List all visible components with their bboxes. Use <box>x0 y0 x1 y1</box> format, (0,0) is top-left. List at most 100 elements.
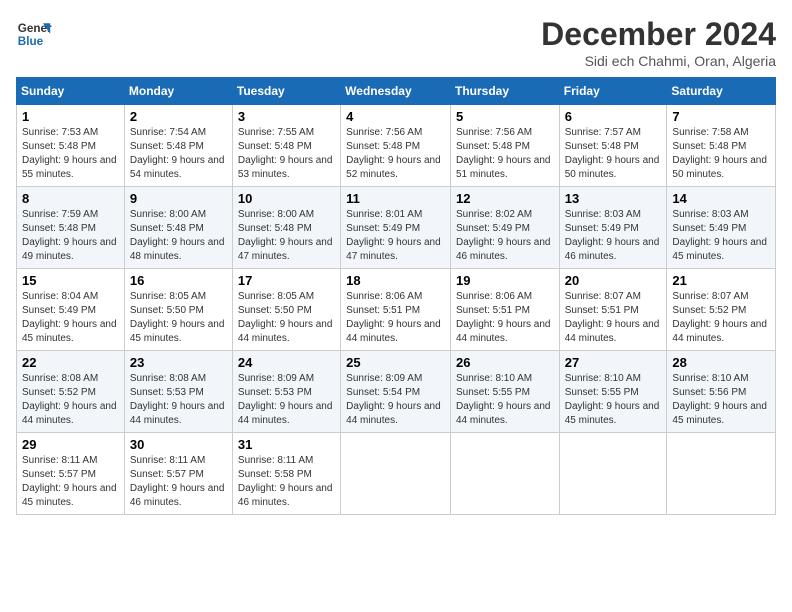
day-number: 31 <box>238 437 335 452</box>
calendar-cell: 8 Sunrise: 7:59 AMSunset: 5:48 PMDaylight… <box>17 187 125 269</box>
day-detail: Sunrise: 8:08 AMSunset: 5:53 PMDaylight:… <box>130 372 227 428</box>
month-title: December 2024 <box>541 16 776 53</box>
title-area: December 2024 Sidi ech Chahmi, Oran, Alg… <box>541 16 776 69</box>
day-number: 4 <box>346 109 445 124</box>
day-number: 23 <box>130 355 227 370</box>
day-detail: Sunrise: 8:08 AMSunset: 5:52 PMDaylight:… <box>22 372 119 428</box>
calendar-cell: 12Sunrise: 8:02 AMSunset: 5:49 PMDayligh… <box>450 187 559 269</box>
day-detail: Sunrise: 8:09 AMSunset: 5:53 PMDaylight:… <box>238 372 335 428</box>
day-detail: Sunrise: 8:06 AMSunset: 5:51 PMDaylight:… <box>346 290 445 346</box>
calendar-cell: 24 Sunrise: 8:09 AMSunset: 5:53 PMDayligh… <box>232 351 340 433</box>
calendar-cell: 17 Sunrise: 8:05 AMSunset: 5:50 PMDayligh… <box>232 269 340 351</box>
svg-text:Blue: Blue <box>18 35 44 48</box>
day-number: 26 <box>456 355 554 370</box>
calendar-cell: 9 Sunrise: 8:00 AMSunset: 5:48 PMDaylight… <box>124 187 232 269</box>
day-detail: Sunrise: 8:05 AMSunset: 5:50 PMDaylight:… <box>238 290 335 346</box>
day-number: 14 <box>672 191 770 206</box>
calendar-cell <box>559 433 667 515</box>
day-detail: Sunrise: 7:59 AMSunset: 5:48 PMDaylight:… <box>22 208 119 264</box>
column-header-saturday: Saturday <box>667 78 776 105</box>
day-number: 18 <box>346 273 445 288</box>
day-number: 2 <box>130 109 227 124</box>
header-row: SundayMondayTuesdayWednesdayThursdayFrid… <box>17 78 776 105</box>
calendar-cell: 5Sunrise: 7:56 AMSunset: 5:48 PMDaylight… <box>450 105 559 187</box>
calendar-cell: 1Sunrise: 7:53 AMSunset: 5:48 PMDaylight… <box>17 105 125 187</box>
calendar-cell: 7 Sunrise: 7:58 AMSunset: 5:48 PMDaylight… <box>667 105 776 187</box>
day-detail: Sunrise: 8:11 AMSunset: 5:58 PMDaylight:… <box>238 454 335 510</box>
location-subtitle: Sidi ech Chahmi, Oran, Algeria <box>541 53 776 69</box>
calendar-cell: 20 Sunrise: 8:07 AMSunset: 5:51 PMDayligh… <box>559 269 667 351</box>
day-number: 15 <box>22 273 119 288</box>
logo-icon: General Blue <box>16 16 52 52</box>
day-number: 10 <box>238 191 335 206</box>
day-number: 30 <box>130 437 227 452</box>
day-detail: Sunrise: 8:11 AMSunset: 5:57 PMDaylight:… <box>130 454 227 510</box>
calendar-cell: 30 Sunrise: 8:11 AMSunset: 5:57 PMDayligh… <box>124 433 232 515</box>
day-detail: Sunrise: 8:03 AMSunset: 5:49 PMDaylight:… <box>565 208 662 264</box>
column-header-friday: Friday <box>559 78 667 105</box>
logo: General Blue <box>16 16 52 52</box>
day-detail: Sunrise: 7:56 AMSunset: 5:48 PMDaylight:… <box>346 126 445 182</box>
week-row-4: 22 Sunrise: 8:08 AMSunset: 5:52 PMDayligh… <box>17 351 776 433</box>
page-header: General Blue December 2024 Sidi ech Chah… <box>16 16 776 69</box>
calendar-cell: 2Sunrise: 7:54 AMSunset: 5:48 PMDaylight… <box>124 105 232 187</box>
day-detail: Sunrise: 8:05 AMSunset: 5:50 PMDaylight:… <box>130 290 227 346</box>
calendar-cell: 31 Sunrise: 8:11 AMSunset: 5:58 PMDayligh… <box>232 433 340 515</box>
day-detail: Sunrise: 8:07 AMSunset: 5:51 PMDaylight:… <box>565 290 662 346</box>
column-header-sunday: Sunday <box>17 78 125 105</box>
day-number: 8 <box>22 191 119 206</box>
calendar-cell <box>667 433 776 515</box>
calendar-cell: 21 Sunrise: 8:07 AMSunset: 5:52 PMDayligh… <box>667 269 776 351</box>
calendar-cell: 10 Sunrise: 8:00 AMSunset: 5:48 PMDayligh… <box>232 187 340 269</box>
day-number: 3 <box>238 109 335 124</box>
column-header-thursday: Thursday <box>450 78 559 105</box>
calendar-cell: 22 Sunrise: 8:08 AMSunset: 5:52 PMDayligh… <box>17 351 125 433</box>
day-number: 12 <box>456 191 554 206</box>
day-detail: Sunrise: 8:06 AMSunset: 5:51 PMDaylight:… <box>456 290 554 346</box>
day-number: 7 <box>672 109 770 124</box>
column-header-monday: Monday <box>124 78 232 105</box>
day-number: 6 <box>565 109 662 124</box>
calendar-cell: 14 Sunrise: 8:03 AMSunset: 5:49 PMDayligh… <box>667 187 776 269</box>
day-number: 22 <box>22 355 119 370</box>
column-header-wednesday: Wednesday <box>341 78 451 105</box>
day-number: 21 <box>672 273 770 288</box>
calendar-cell: 19 Sunrise: 8:06 AMSunset: 5:51 PMDayligh… <box>450 269 559 351</box>
calendar-cell: 28Sunrise: 8:10 AMSunset: 5:56 PMDayligh… <box>667 351 776 433</box>
calendar-cell: 26 Sunrise: 8:10 AMSunset: 5:55 PMDayligh… <box>450 351 559 433</box>
calendar-cell: 27 Sunrise: 8:10 AMSunset: 5:55 PMDayligh… <box>559 351 667 433</box>
day-number: 11 <box>346 191 445 206</box>
day-detail: Sunrise: 7:53 AMSunset: 5:48 PMDaylight:… <box>22 126 119 182</box>
day-detail: Sunrise: 7:58 AMSunset: 5:48 PMDaylight:… <box>672 126 770 182</box>
day-detail: Sunrise: 8:00 AMSunset: 5:48 PMDaylight:… <box>130 208 227 264</box>
calendar-cell: 13 Sunrise: 8:03 AMSunset: 5:49 PMDayligh… <box>559 187 667 269</box>
calendar-cell <box>341 433 451 515</box>
day-number: 9 <box>130 191 227 206</box>
day-number: 25 <box>346 355 445 370</box>
day-detail: Sunrise: 8:10 AMSunset: 5:55 PMDaylight:… <box>565 372 662 428</box>
day-detail: Sunrise: 8:10 AMSunset: 5:55 PMDaylight:… <box>456 372 554 428</box>
calendar-cell <box>450 433 559 515</box>
day-number: 27 <box>565 355 662 370</box>
day-number: 16 <box>130 273 227 288</box>
week-row-1: 1Sunrise: 7:53 AMSunset: 5:48 PMDaylight… <box>17 105 776 187</box>
day-number: 19 <box>456 273 554 288</box>
day-number: 24 <box>238 355 335 370</box>
day-number: 17 <box>238 273 335 288</box>
day-number: 29 <box>22 437 119 452</box>
day-detail: Sunrise: 8:10 AMSunset: 5:56 PMDaylight:… <box>672 372 770 428</box>
day-detail: Sunrise: 7:56 AMSunset: 5:48 PMDaylight:… <box>456 126 554 182</box>
day-number: 13 <box>565 191 662 206</box>
day-detail: Sunrise: 8:00 AMSunset: 5:48 PMDaylight:… <box>238 208 335 264</box>
calendar-cell: 15Sunrise: 8:04 AMSunset: 5:49 PMDayligh… <box>17 269 125 351</box>
day-detail: Sunrise: 8:07 AMSunset: 5:52 PMDaylight:… <box>672 290 770 346</box>
day-detail: Sunrise: 8:03 AMSunset: 5:49 PMDaylight:… <box>672 208 770 264</box>
column-header-tuesday: Tuesday <box>232 78 340 105</box>
week-row-3: 15Sunrise: 8:04 AMSunset: 5:49 PMDayligh… <box>17 269 776 351</box>
calendar-cell: 3Sunrise: 7:55 AMSunset: 5:48 PMDaylight… <box>232 105 340 187</box>
day-detail: Sunrise: 8:09 AMSunset: 5:54 PMDaylight:… <box>346 372 445 428</box>
day-number: 20 <box>565 273 662 288</box>
calendar-cell: 29Sunrise: 8:11 AMSunset: 5:57 PMDayligh… <box>17 433 125 515</box>
calendar-cell: 6Sunrise: 7:57 AMSunset: 5:48 PMDaylight… <box>559 105 667 187</box>
week-row-2: 8 Sunrise: 7:59 AMSunset: 5:48 PMDaylight… <box>17 187 776 269</box>
